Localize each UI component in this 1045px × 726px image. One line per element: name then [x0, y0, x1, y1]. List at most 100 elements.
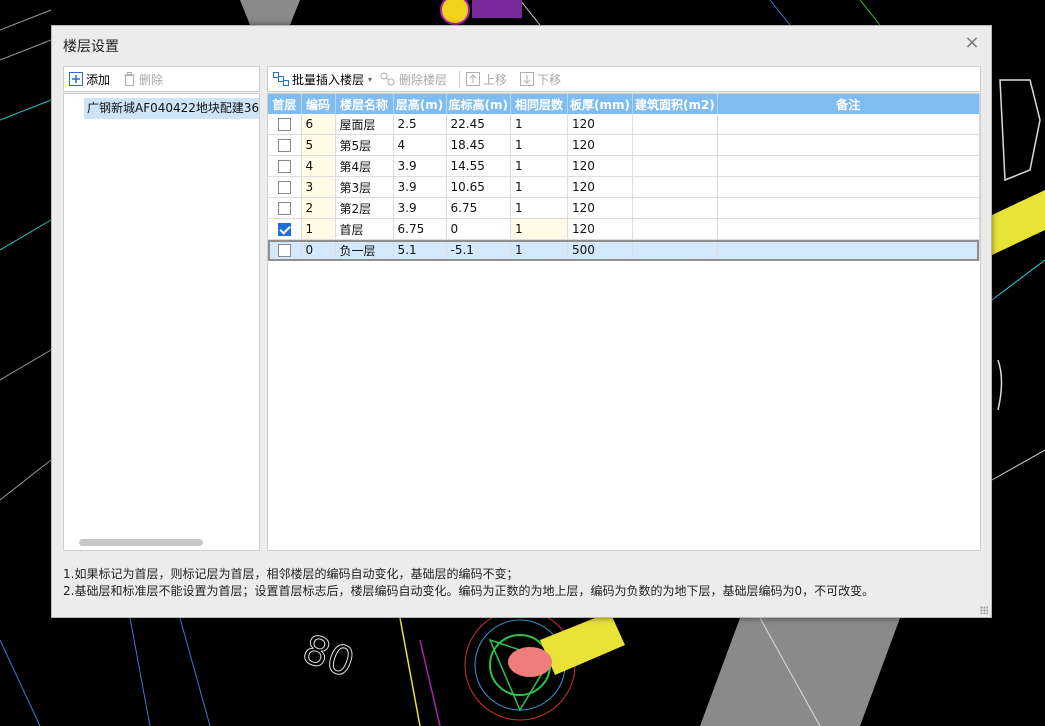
cell-floor-height[interactable]: 3.9: [393, 197, 447, 219]
cell-floor-height[interactable]: 3.9: [393, 176, 447, 198]
cell-floor-height[interactable]: 2.5: [393, 114, 447, 135]
header-floor-height[interactable]: 层高(m): [393, 94, 447, 114]
cell-floor-height[interactable]: 4: [393, 134, 447, 156]
left-toolbar: 添加 删除: [63, 66, 260, 92]
cell-remarks[interactable]: [717, 218, 980, 240]
cell-code[interactable]: 6: [301, 114, 336, 135]
cell-floor-name[interactable]: 屋面层: [335, 114, 394, 135]
table-row[interactable]: 3 第3层 3.9 10.65 1 120: [268, 176, 980, 198]
cell-base-elevation[interactable]: 0: [446, 218, 511, 240]
cell-base-elevation[interactable]: 14.55: [446, 155, 511, 177]
cell-remarks[interactable]: [717, 134, 980, 156]
horizontal-scrollbar[interactable]: [79, 539, 203, 546]
cell-same-count[interactable]: 1: [510, 197, 568, 219]
cell-slab-thickness[interactable]: 120: [567, 197, 633, 219]
project-tree-panel: 广钢新城AF040422地块配建36班: [63, 93, 260, 551]
cell-building-area[interactable]: [632, 155, 718, 177]
add-label: 添加: [86, 72, 111, 87]
tree-item-project[interactable]: 广钢新城AF040422地块配建36班: [84, 98, 259, 119]
floor-settings-dialog: 楼层设置 × 添加 删除 广钢新城AF040422地块配建36班 批量插入楼层 …: [51, 25, 992, 618]
delete-button[interactable]: 删除: [123, 71, 163, 88]
first-floor-checkbox[interactable]: [277, 139, 291, 152]
cell-base-elevation[interactable]: 6.75: [446, 197, 511, 219]
first-floor-checkbox[interactable]: [277, 223, 291, 236]
cell-floor-height[interactable]: 3.9: [393, 155, 447, 177]
cell-same-count[interactable]: 1: [510, 134, 568, 156]
header-same-count[interactable]: 相同层数: [510, 94, 568, 114]
move-down-label: 下移: [537, 72, 562, 87]
move-down-button[interactable]: 下移: [520, 71, 561, 88]
table-row[interactable]: 5 第5层 4 18.45 1 120: [268, 134, 980, 156]
cell-building-area[interactable]: [632, 239, 718, 261]
cell-slab-thickness[interactable]: 120: [567, 114, 633, 135]
resize-grip-icon[interactable]: [980, 606, 988, 614]
cell-floor-name[interactable]: 第2层: [335, 197, 394, 219]
cell-building-area[interactable]: [632, 134, 718, 156]
header-first-floor[interactable]: 首层: [268, 94, 302, 114]
cell-base-elevation[interactable]: 22.45: [446, 114, 511, 135]
cell-code[interactable]: 1: [301, 218, 336, 240]
cell-base-elevation[interactable]: -5.1: [446, 239, 511, 261]
cell-first-floor: [268, 114, 302, 135]
first-floor-checkbox[interactable]: [277, 244, 291, 257]
header-slab-thickness[interactable]: 板厚(mm): [567, 94, 633, 114]
cell-building-area[interactable]: [632, 197, 718, 219]
cell-code[interactable]: 2: [301, 197, 336, 219]
close-icon[interactable]: ×: [963, 34, 981, 52]
batch-insert-label: 批量插入楼层: [292, 72, 365, 87]
header-building-area[interactable]: 建筑面积(m2): [632, 94, 718, 114]
cell-same-count[interactable]: 1: [510, 176, 568, 198]
table-row[interactable]: 4 第4层 3.9 14.55 1 120: [268, 155, 980, 177]
header-code[interactable]: 编码: [301, 94, 336, 114]
cell-remarks[interactable]: [717, 155, 980, 177]
cell-floor-name[interactable]: 第4层: [335, 155, 394, 177]
cell-code[interactable]: 5: [301, 134, 336, 156]
first-floor-checkbox[interactable]: [277, 181, 291, 194]
cell-code[interactable]: 4: [301, 155, 336, 177]
cell-building-area[interactable]: [632, 114, 718, 135]
header-base-elevation[interactable]: 底标高(m): [446, 94, 511, 114]
first-floor-checkbox[interactable]: [277, 160, 291, 173]
cell-building-area[interactable]: [632, 176, 718, 198]
cell-floor-height[interactable]: 5.1: [393, 239, 447, 261]
cell-slab-thickness[interactable]: 120: [567, 218, 633, 240]
header-remarks[interactable]: 备注: [717, 94, 980, 114]
table-row[interactable]: 1 首层 6.75 0 1 120: [268, 218, 980, 240]
cell-code[interactable]: 3: [301, 176, 336, 198]
cell-same-count[interactable]: 1: [510, 239, 568, 261]
cell-same-count[interactable]: 1: [510, 114, 568, 135]
cell-slab-thickness[interactable]: 120: [567, 176, 633, 198]
cell-code[interactable]: 0: [301, 239, 336, 261]
first-floor-checkbox[interactable]: [277, 118, 291, 131]
table-row[interactable]: 2 第2层 3.9 6.75 1 120: [268, 197, 980, 219]
cell-remarks[interactable]: [717, 114, 980, 135]
table-row[interactable]: 0 负一层 5.1 -5.1 1 500: [268, 239, 980, 261]
add-button[interactable]: 添加: [69, 71, 110, 88]
cell-same-count[interactable]: 1: [510, 155, 568, 177]
cell-remarks[interactable]: [717, 239, 980, 261]
cell-building-area[interactable]: [632, 218, 718, 240]
arrow-down-icon: [520, 72, 535, 86]
header-floor-name[interactable]: 楼层名称: [335, 94, 394, 114]
cell-same-count[interactable]: 1: [510, 218, 568, 240]
cell-slab-thickness[interactable]: 120: [567, 155, 633, 177]
cell-base-elevation[interactable]: 10.65: [446, 176, 511, 198]
cell-floor-name[interactable]: 第5层: [335, 134, 394, 156]
cell-remarks[interactable]: [717, 176, 980, 198]
move-up-button[interactable]: 上移: [466, 71, 507, 88]
first-floor-checkbox[interactable]: [277, 202, 291, 215]
cell-floor-height[interactable]: 6.75: [393, 218, 447, 240]
cell-slab-thickness[interactable]: 120: [567, 134, 633, 156]
dialog-title: 楼层设置: [63, 39, 119, 55]
cell-floor-name[interactable]: 负一层: [335, 239, 394, 261]
cell-remarks[interactable]: [717, 197, 980, 219]
cell-base-elevation[interactable]: 18.45: [446, 134, 511, 156]
delete-floor-button[interactable]: 删除楼层: [380, 71, 447, 88]
arrow-up-icon: [466, 72, 481, 86]
cell-floor-name[interactable]: 首层: [335, 218, 394, 240]
cell-floor-name[interactable]: 第3层: [335, 176, 394, 198]
table-row[interactable]: 6 屋面层 2.5 22.45 1 120: [268, 114, 980, 135]
table-header-row: 首层 编码 楼层名称 层高(m) 底标高(m) 相同层数 板厚(mm) 建筑面积…: [268, 94, 980, 114]
cell-slab-thickness[interactable]: 500: [567, 239, 633, 261]
batch-insert-button[interactable]: 批量插入楼层 ▾: [273, 71, 372, 88]
